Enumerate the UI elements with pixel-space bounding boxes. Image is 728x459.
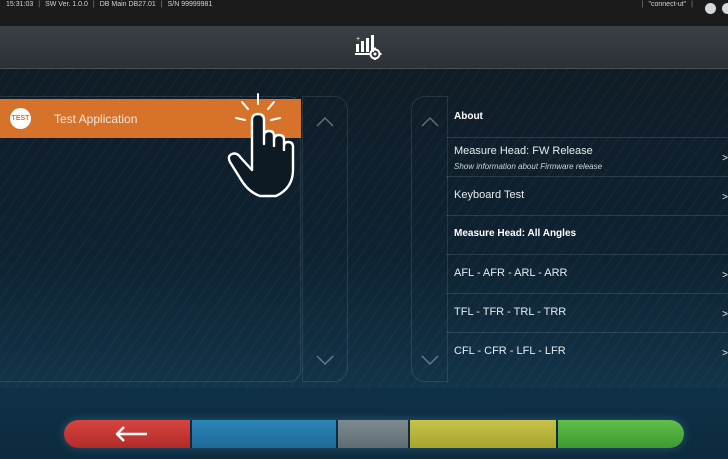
status-indicator-icon-2 [722, 3, 728, 14]
chevron-down-icon[interactable] [421, 355, 439, 365]
status-sw-version: SW Ver. 1.0.0 [45, 1, 88, 8]
svg-text:+: + [356, 36, 360, 43]
right-scrollbar[interactable] [411, 96, 448, 382]
list-item-title: AFL - AFR - ARL - ARR [454, 267, 568, 279]
status-serial: S/N 99999981 [167, 1, 213, 8]
tools-settings-icon[interactable]: + [354, 32, 382, 60]
list-item-fw-release[interactable]: Measure Head: FW Release Show informatio… [446, 137, 728, 177]
list-item-title: CFL - CFR - LFL - LFR [454, 345, 566, 357]
status-connection-area: | "connect-ut" | [641, 1, 693, 8]
chevron-up-icon[interactable] [316, 117, 334, 127]
list-header-label: About [454, 111, 483, 122]
chevron-right-icon: > [722, 153, 728, 164]
list-header-all-angles: Measure Head: All Angles [446, 215, 728, 255]
header: + [0, 26, 728, 69]
function-button-gray[interactable] [338, 420, 408, 448]
list-header-about: About [446, 98, 728, 138]
function-button-yellow[interactable] [410, 420, 556, 448]
chevron-right-icon: > [722, 192, 728, 203]
chevron-up-icon[interactable] [421, 117, 439, 127]
list-item-title: TFL - TFR - TRL - TRR [454, 306, 567, 318]
chevron-right-icon: > [722, 309, 728, 320]
status-info: 15:31:03 | SW Ver. 1.0.0 | DB Main DB27.01 | S… [6, 1, 213, 8]
list-header-label: Measure Head: All Angles [454, 228, 577, 239]
function-key-bar [64, 420, 684, 448]
list-item-tfl-tfr-trl-trr[interactable]: TFL - TFR - TRL - TRR > [446, 293, 728, 333]
status-connection: "connect-ut" [648, 1, 687, 8]
test-badge-icon: TEST [10, 108, 31, 129]
list-item-subtitle: Show information about Firmware release [454, 162, 603, 171]
left-scrollbar[interactable] [302, 96, 348, 382]
list-item-title: Keyboard Test [454, 189, 525, 201]
status-time: 15:31:03 [6, 1, 34, 8]
hand-pointer-icon [227, 93, 295, 198]
function-button-blue[interactable] [192, 420, 336, 448]
list-item-title: Measure Head: FW Release [454, 145, 593, 157]
list-item-afl-afr-arl-arr[interactable]: AFL - AFR - ARL - ARR > [446, 254, 728, 294]
status-bar: 15:31:03 | SW Ver. 1.0.0 | DB Main DB27.01 | S… [0, 0, 728, 26]
status-db: DB Main DB27.01 [99, 1, 156, 8]
back-button[interactable] [64, 420, 190, 448]
back-arrow-icon [115, 426, 147, 442]
list-item-cfl-cfr-lfl-lfr[interactable]: CFL - CFR - LFL - LFR > [446, 332, 728, 371]
chevron-right-icon: > [722, 348, 728, 359]
list-item-label: Test Application [54, 112, 138, 126]
function-button-green[interactable] [558, 420, 684, 448]
chevron-down-icon[interactable] [316, 355, 334, 365]
status-indicator-icon [705, 3, 716, 14]
chevron-right-icon: > [722, 270, 728, 281]
list-item-keyboard-test[interactable]: Keyboard Test > [446, 176, 728, 216]
